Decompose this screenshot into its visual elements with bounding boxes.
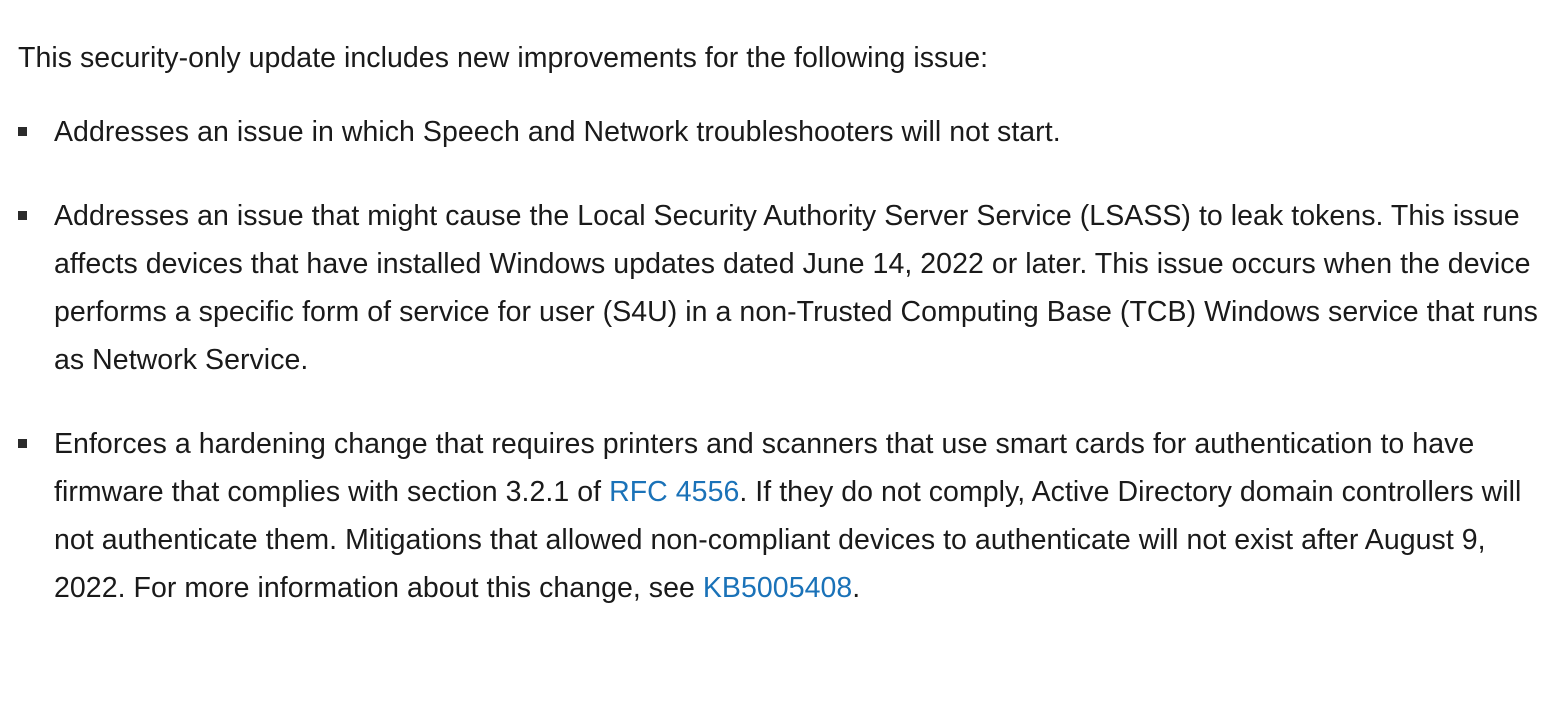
improvements-list: Addresses an issue in which Speech and N…	[0, 108, 1563, 612]
square-bullet-icon	[18, 211, 27, 220]
list-item: Addresses an issue in which Speech and N…	[0, 108, 1563, 156]
list-item: Enforces a hardening change that require…	[0, 420, 1563, 612]
intro-paragraph: This security-only update includes new i…	[18, 41, 989, 74]
list-item-text: Addresses an issue that might cause the …	[54, 200, 1538, 376]
list-item-text: Addresses an issue in which Speech and N…	[54, 116, 1061, 148]
release-notes-page: This security-only update includes new i…	[0, 0, 1563, 702]
kb5005408-link[interactable]: KB5005408	[703, 572, 852, 604]
square-bullet-icon	[18, 439, 27, 448]
list-item-text-part: .	[852, 572, 861, 604]
list-item-text: Enforces a hardening change that require…	[54, 420, 1558, 612]
rfc-4556-link[interactable]: RFC 4556	[609, 476, 739, 508]
square-bullet-icon	[18, 127, 27, 136]
list-item: Addresses an issue that might cause the …	[0, 192, 1563, 384]
